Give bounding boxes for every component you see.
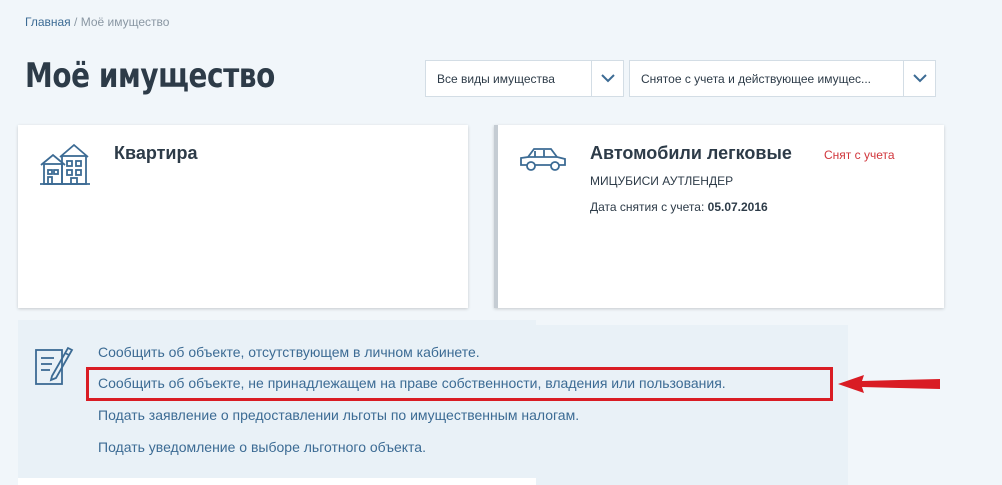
- property-kind-select[interactable]: Все виды имущества: [425, 60, 624, 97]
- card-title-car: Автомобили легковые: [590, 143, 792, 163]
- page-title: Моё имущество: [25, 56, 275, 96]
- car-model: МИЦУБИСИ АУТЛЕНДЕР: [590, 174, 734, 188]
- property-status-select[interactable]: Снятое с учета и действующее имущес...: [629, 60, 936, 97]
- property-card-car[interactable]: Автомобили легковые Снят с учета МИЦУБИС…: [494, 125, 944, 308]
- pencil-note-icon: [34, 344, 74, 393]
- bottom-strip: [18, 478, 536, 485]
- preferential-object-notice-link[interactable]: Подать уведомление о выборе льготного об…: [98, 439, 426, 455]
- breadcrumb-separator: /: [70, 15, 81, 29]
- property-kind-value: Все виды имущества: [437, 71, 555, 86]
- breadcrumb-current: Моё имущество: [80, 15, 170, 29]
- chevron-down-icon[interactable]: [903, 61, 935, 96]
- house-icon: [40, 143, 90, 190]
- removal-date: Дата снятия с учета: 05.07.2016: [590, 200, 768, 214]
- tax-benefit-application-link[interactable]: Подать заявление о предоставлении льготы…: [98, 407, 579, 423]
- removal-date-label: Дата снятия с учета:: [590, 200, 708, 214]
- removal-date-value: 05.07.2016: [707, 200, 768, 214]
- car-icon: [518, 143, 568, 180]
- highlight-box: [86, 367, 833, 401]
- property-status-value: Снятое с учета и действующее имущес...: [641, 71, 872, 86]
- breadcrumb: Главная / Моё имущество: [25, 15, 169, 29]
- chevron-down-icon[interactable]: [591, 61, 623, 96]
- arrow-left-icon: [838, 372, 942, 401]
- card-title-flat: Квартира: [114, 143, 198, 163]
- property-card-flat[interactable]: Квартира: [18, 125, 468, 308]
- breadcrumb-home-link[interactable]: Главная: [25, 15, 71, 29]
- report-missing-object-link[interactable]: Сообщить об объекте, отсутствующем в лич…: [98, 344, 480, 360]
- status-badge: Снят с учета: [824, 148, 895, 162]
